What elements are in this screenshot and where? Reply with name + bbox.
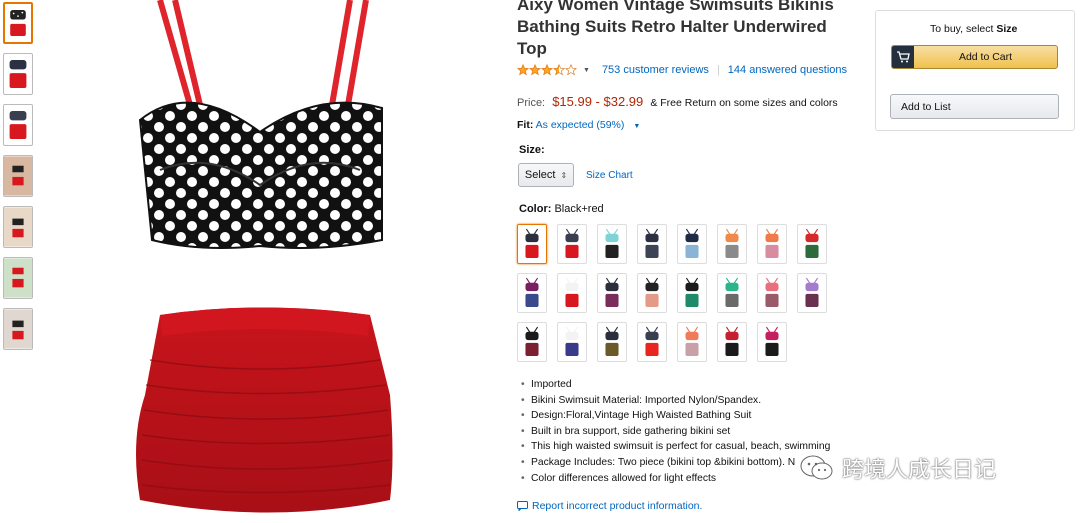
color-swatch[interactable] bbox=[637, 224, 667, 264]
product-title: Aixy Women Vintage Swimsuits Bikinis Bat… bbox=[517, 0, 834, 58]
watermark-text: 跨境人成长日记 bbox=[842, 457, 997, 482]
updown-arrow-icon: ⇕ bbox=[560, 170, 568, 180]
color-swatch[interactable] bbox=[797, 224, 827, 264]
chevron-down-icon[interactable]: ▼ bbox=[583, 67, 590, 74]
star-icon bbox=[517, 64, 529, 76]
price-row: Price: $15.99 - $32.99 & Free Return on … bbox=[517, 94, 838, 109]
report-link-label: Report incorrect product information. bbox=[532, 500, 703, 512]
price-note: & Free Return on some sizes and colors bbox=[650, 97, 838, 109]
size-chart-link[interactable]: Size Chart bbox=[586, 170, 633, 181]
color-swatch[interactable] bbox=[677, 224, 707, 264]
wechat-icon bbox=[800, 455, 833, 480]
color-swatch[interactable] bbox=[717, 322, 747, 362]
list-item: Built in bra support, side gathering bik… bbox=[519, 424, 859, 440]
thumbnail-2[interactable] bbox=[3, 53, 33, 95]
color-swatch[interactable] bbox=[517, 224, 547, 264]
main-product-image bbox=[120, 0, 410, 518]
color-swatch[interactable] bbox=[597, 322, 627, 362]
comment-icon bbox=[517, 501, 528, 511]
color-swatch[interactable] bbox=[637, 322, 667, 362]
color-swatch[interactable] bbox=[677, 322, 707, 362]
color-swatch[interactable] bbox=[757, 322, 787, 362]
add-to-list-label: Add to List bbox=[901, 100, 951, 113]
rating-row: ▼ 753 customer reviews | 144 answered qu… bbox=[517, 64, 847, 76]
color-label-text: Color: bbox=[519, 203, 552, 215]
add-to-cart-button[interactable]: Add to Cart bbox=[891, 45, 1058, 69]
add-to-cart-label: Add to Cart bbox=[958, 51, 1013, 63]
buy-hint-prefix: To buy, select bbox=[930, 23, 997, 35]
color-swatch[interactable] bbox=[557, 224, 587, 264]
color-swatch[interactable] bbox=[757, 273, 787, 313]
size-label: Size: bbox=[519, 144, 545, 156]
fit-row: Fit: As expected (59%) ▼ bbox=[517, 119, 640, 131]
color-swatch[interactable] bbox=[717, 273, 747, 313]
cart-icon bbox=[892, 46, 914, 68]
color-swatch[interactable] bbox=[597, 273, 627, 313]
customer-reviews-link[interactable]: 753 customer reviews bbox=[602, 64, 709, 76]
answered-questions-link[interactable]: 144 answered questions bbox=[728, 64, 847, 76]
buy-hint: To buy, select Size bbox=[930, 23, 1017, 35]
size-select[interactable]: Select ⇕ bbox=[518, 163, 574, 187]
list-item: Design:Floral,Vintage High Waisted Bathi… bbox=[519, 408, 859, 424]
thumbnail-3[interactable] bbox=[3, 104, 33, 146]
color-swatch[interactable] bbox=[597, 224, 627, 264]
thumbnail-6[interactable] bbox=[3, 257, 33, 299]
thumbnail-1[interactable] bbox=[3, 2, 33, 44]
color-swatch[interactable] bbox=[677, 273, 707, 313]
color-swatch[interactable] bbox=[757, 224, 787, 264]
star-icon bbox=[565, 64, 577, 76]
color-swatch[interactable] bbox=[717, 224, 747, 264]
price-label: Price: bbox=[517, 97, 546, 109]
star-icon bbox=[541, 64, 553, 76]
add-to-list-button[interactable]: Add to List bbox=[890, 94, 1059, 119]
color-value: Black+red bbox=[554, 203, 604, 215]
fit-value-link[interactable]: As expected (59%) bbox=[536, 119, 625, 131]
divider: | bbox=[716, 64, 720, 76]
color-swatch[interactable] bbox=[517, 322, 547, 362]
color-swatch[interactable] bbox=[557, 322, 587, 362]
color-label: Color: Black+red bbox=[519, 203, 604, 215]
thumbnail-4[interactable] bbox=[3, 155, 33, 197]
color-swatch[interactable] bbox=[557, 273, 587, 313]
image-thumbnails bbox=[3, 2, 37, 359]
watermark: 跨境人成长日记 bbox=[800, 452, 996, 484]
buy-hint-size: Size bbox=[996, 23, 1018, 35]
star-icon bbox=[553, 64, 565, 76]
list-item: Bikini Swimsuit Material: Imported Nylon… bbox=[519, 393, 859, 409]
star-rating[interactable] bbox=[517, 64, 577, 76]
color-swatch[interactable] bbox=[797, 273, 827, 313]
size-select-value: Select bbox=[524, 169, 556, 181]
thumbnail-7[interactable] bbox=[3, 308, 33, 350]
price-value: $15.99 - $32.99 bbox=[552, 94, 644, 109]
fit-label: Fit: bbox=[517, 119, 534, 131]
color-swatch[interactable] bbox=[637, 273, 667, 313]
star-icon bbox=[529, 64, 541, 76]
thumbnail-5[interactable] bbox=[3, 206, 33, 248]
report-link[interactable]: Report incorrect product information. bbox=[517, 500, 702, 512]
chevron-down-icon[interactable]: ▼ bbox=[633, 123, 640, 130]
color-swatch[interactable] bbox=[517, 273, 547, 313]
list-item: Imported bbox=[519, 377, 859, 393]
